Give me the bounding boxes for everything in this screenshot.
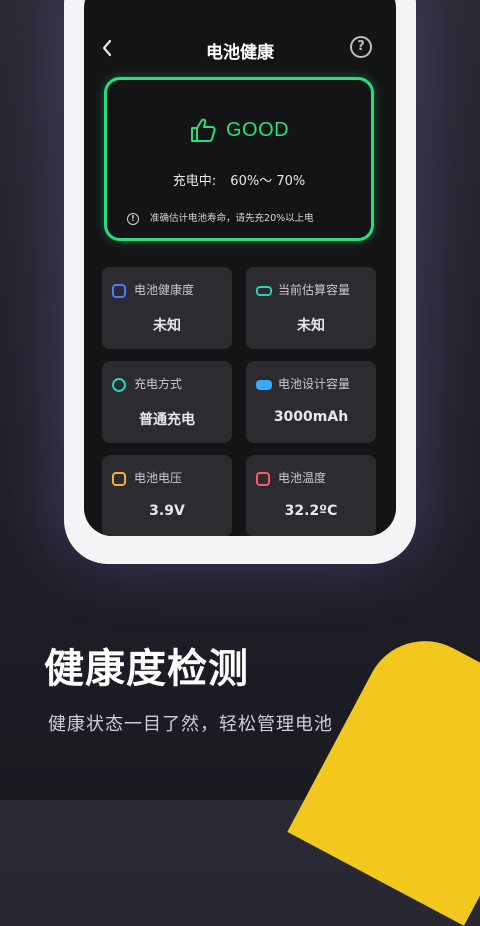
tile-temperature[interactable]: 电池温度 32.2ºC bbox=[246, 455, 376, 536]
tile-value: 3.9V bbox=[149, 503, 185, 519]
battery-status-card: GOOD 充电中: 60%～ 70% ! 准确估计电池寿命，请先充20%以上电 bbox=[104, 77, 374, 241]
tile-voltage[interactable]: 电池电压 3.9V bbox=[102, 455, 232, 536]
tile-value: 普通充电 bbox=[139, 412, 195, 428]
battery-health-icon bbox=[112, 284, 126, 298]
charging-mode-icon bbox=[112, 378, 126, 392]
tile-label: 电池设计容量 bbox=[278, 377, 351, 391]
tile-charging-mode[interactable]: 充电方式 普通充电 bbox=[102, 361, 232, 443]
charging-range-value: 60%～ 70% bbox=[230, 174, 306, 189]
promo-headline: 健康度检测 bbox=[44, 646, 249, 692]
tile-value: 未知 bbox=[297, 318, 325, 334]
promo-subline: 健康状态一目了然，轻松管理电池 bbox=[48, 714, 333, 735]
status-row: GOOD bbox=[107, 116, 371, 144]
temperature-icon bbox=[256, 472, 270, 486]
nav-bar: 电池健康 ? bbox=[84, 32, 396, 68]
help-icon[interactable]: ? bbox=[350, 36, 372, 58]
tile-current-capacity[interactable]: 当前估算容量 未知 bbox=[246, 267, 376, 349]
tile-design-capacity[interactable]: 电池设计容量 3000mAh bbox=[246, 361, 376, 443]
app-screen: 电池健康 ? GOOD 充电中: 60%～ 70% ! 准确估计电池寿命，请先充… bbox=[84, 0, 396, 536]
info-icon: ! bbox=[127, 212, 139, 225]
charge-note-text: 准确估计电池寿命，请先充20%以上电 bbox=[150, 213, 314, 224]
tile-label: 电池温度 bbox=[278, 471, 327, 485]
tile-label: 充电方式 bbox=[134, 377, 183, 391]
page-title: 电池健康 bbox=[206, 43, 274, 63]
voltage-icon bbox=[112, 472, 126, 486]
status-label: GOOD bbox=[225, 118, 290, 141]
charge-note: ! 准确估计电池寿命，请先充20%以上电 bbox=[127, 210, 363, 225]
tile-battery-health[interactable]: 电池健康度 未知 bbox=[102, 267, 232, 349]
battery-capacity-icon bbox=[256, 286, 272, 296]
thumbs-up-icon bbox=[190, 118, 216, 142]
tile-label: 电池健康度 bbox=[134, 283, 195, 297]
tile-value: 未知 bbox=[153, 318, 181, 334]
decorative-yellow-shape bbox=[287, 620, 480, 926]
tile-label: 当前估算容量 bbox=[278, 283, 351, 297]
tile-label: 电池电压 bbox=[134, 471, 183, 485]
battery-design-icon bbox=[256, 380, 272, 390]
charging-range: 充电中: 60%～ 70% bbox=[107, 170, 371, 189]
charging-label: 充电中: bbox=[172, 174, 217, 189]
tile-value: 3000mAh bbox=[273, 409, 349, 425]
tile-value: 32.2ºC bbox=[284, 503, 338, 519]
